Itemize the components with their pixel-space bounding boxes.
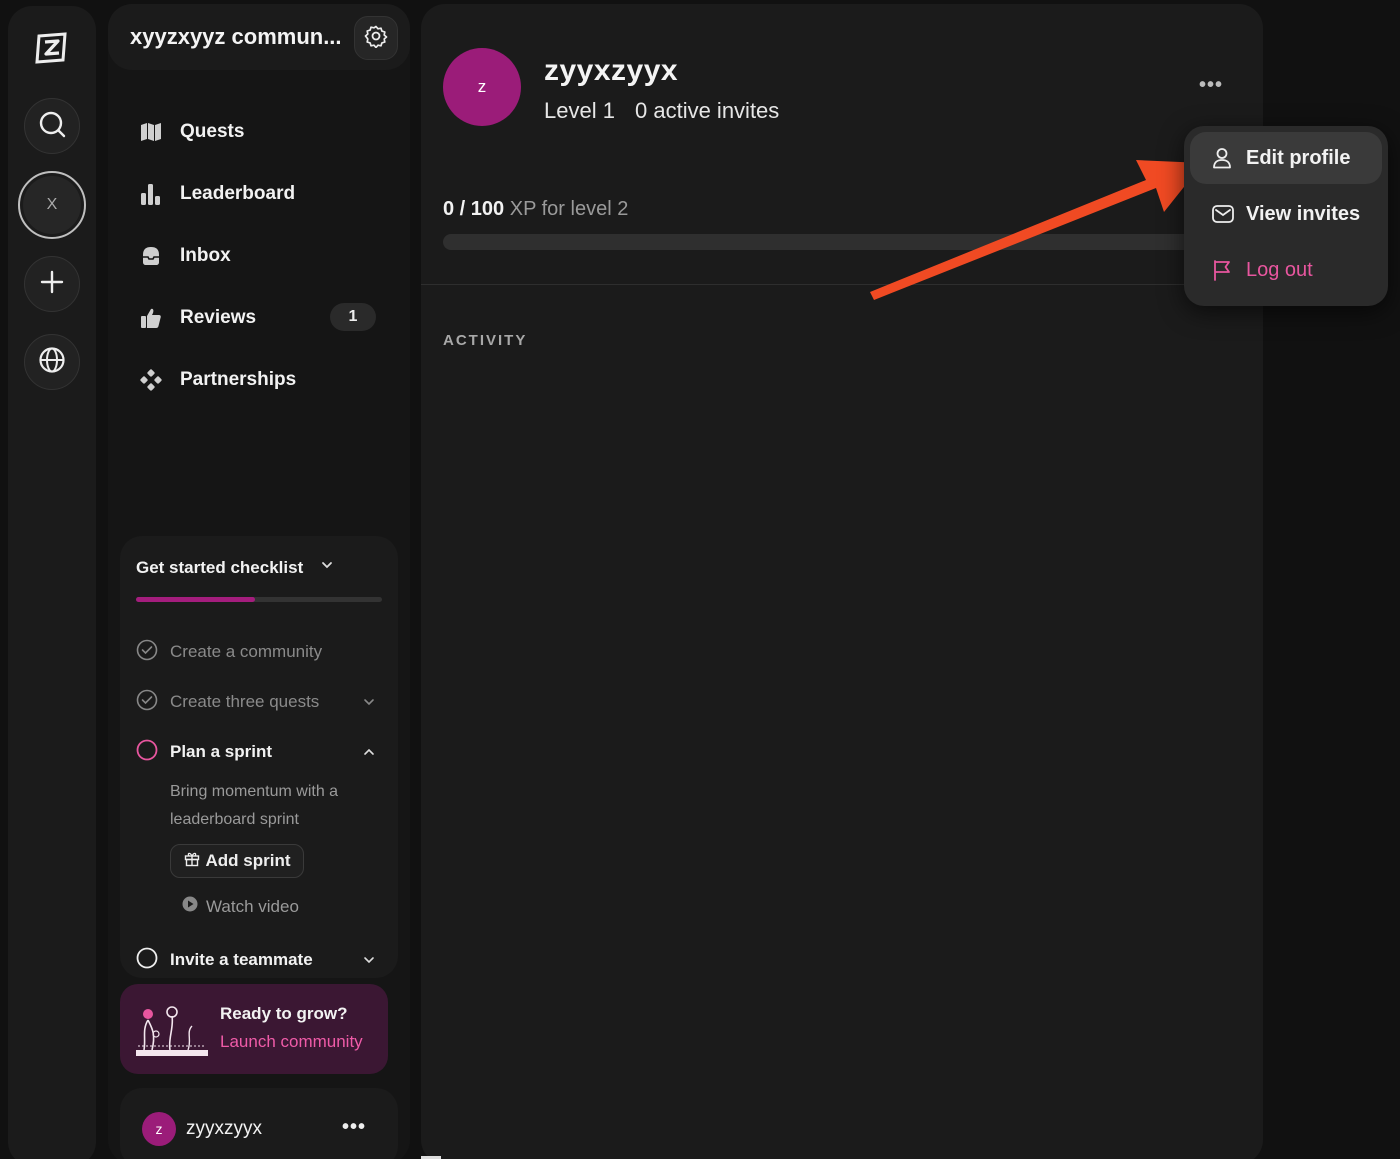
checklist-item-label: Invite a teammate: [170, 950, 313, 969]
inbox-icon: [140, 244, 170, 268]
nav-item-partnerships[interactable]: Partnerships: [130, 358, 390, 402]
settings-button[interactable]: [354, 16, 398, 60]
nav-label: Inbox: [180, 245, 231, 266]
checklist-item-invite-teammate[interactable]: Invite a teammate: [136, 946, 382, 974]
watch-video-label: Watch video: [206, 896, 299, 916]
community-switcher-active[interactable]: X: [18, 171, 86, 239]
map-icon: [140, 120, 170, 144]
user-name: zyyxzyyx: [186, 1118, 262, 1139]
nav-label: Reviews: [180, 307, 257, 328]
pending-circle-icon: [136, 947, 158, 974]
sprint-description: Bring momentum with a leaderboard sprint: [170, 783, 339, 828]
gear-icon: [364, 24, 388, 53]
reviews-count-badge: 1: [330, 303, 376, 331]
nav-label: Leaderboard: [180, 183, 296, 204]
check-circle-icon: [136, 639, 158, 666]
grow-title: Ready to grow?: [220, 1004, 348, 1023]
menu-item-label: Edit profile: [1246, 146, 1351, 169]
thumbs-up-icon: [140, 306, 170, 330]
menu-item-label: View invites: [1246, 202, 1361, 225]
chevron-up-icon: [362, 745, 376, 764]
checklist-item-create-community[interactable]: Create a community: [136, 638, 382, 666]
add-sprint-label: Add sprint: [205, 851, 291, 870]
menu-item-log-out[interactable]: Log out: [1190, 244, 1382, 296]
community-sidebar: xyyzxyyz commun... Quests Leaderboard In…: [108, 4, 410, 1159]
user-more-button[interactable]: •••: [342, 1116, 366, 1139]
activity-heading: ACTIVITY: [443, 332, 528, 349]
menu-item-label: Log out: [1246, 258, 1313, 281]
ready-to-grow-card[interactable]: Ready to grow? Launch community: [120, 984, 388, 1074]
get-started-checklist: Get started checklist Create a community…: [120, 536, 398, 978]
current-user[interactable]: z zyyxzyyx •••: [120, 1088, 398, 1159]
globe-icon: [38, 346, 66, 379]
user-icon: [1212, 147, 1234, 169]
add-community-button[interactable]: [24, 256, 80, 312]
avatar: z: [142, 1112, 176, 1146]
nav-item-inbox[interactable]: Inbox: [130, 234, 390, 278]
plus-icon: [40, 270, 64, 299]
nav-item-quests[interactable]: Quests: [130, 110, 390, 154]
menu-item-edit-profile[interactable]: Edit profile: [1190, 132, 1382, 184]
checklist-item-label: Create a community: [170, 642, 323, 661]
annotation-arrow: [870, 160, 1203, 300]
check-circle-icon: [136, 689, 158, 716]
checklist-title[interactable]: Get started checklist: [136, 558, 303, 578]
explore-button[interactable]: [24, 334, 80, 390]
pending-circle-icon: [136, 739, 158, 766]
checklist-progress-fill: [136, 597, 255, 602]
xp-progress-text: 0 / 100 XP for level 2: [443, 198, 628, 221]
profile-dropdown-menu: Edit profile View invites Log out: [1184, 126, 1388, 306]
xp-suffix: XP for level 2: [509, 198, 629, 220]
profile-invites: 0 active invites: [635, 98, 780, 123]
nav-label: Quests: [180, 121, 245, 142]
community-title[interactable]: xyyzxyyz commun...: [130, 24, 342, 50]
play-icon: [182, 896, 198, 917]
profile-name: zyyxzyyx: [544, 54, 679, 87]
app-rail: X: [8, 6, 96, 1159]
chevron-down-icon: [362, 695, 376, 714]
mail-icon: [1212, 205, 1234, 223]
chevron-down-icon: [362, 953, 376, 972]
launch-community-link[interactable]: Launch community: [220, 1032, 363, 1052]
search-button[interactable]: [24, 98, 80, 154]
menu-item-view-invites[interactable]: View invites: [1190, 188, 1382, 240]
checklist-item-label: Create three quests: [170, 692, 320, 711]
partnership-icon: [140, 368, 170, 392]
profile-level: Level 1: [544, 98, 615, 123]
search-icon: [38, 110, 66, 143]
bar-chart-icon: [140, 182, 170, 206]
watch-video-link[interactable]: Watch video: [182, 896, 299, 917]
checklist-item-create-quests[interactable]: Create three quests: [136, 688, 382, 716]
sidebar-header: xyyzxyyz commun...: [108, 4, 410, 70]
checklist-item-label: Plan a sprint: [170, 742, 273, 761]
flag-icon: [1212, 259, 1234, 281]
community-initial: X: [23, 176, 81, 234]
z-logo-icon[interactable]: [32, 28, 72, 68]
growth-illustration: [134, 998, 210, 1063]
profile-more-button[interactable]: •••: [1199, 74, 1223, 97]
add-sprint-button[interactable]: Add sprint: [170, 844, 304, 878]
gift-icon: [184, 851, 200, 872]
chevron-down-icon[interactable]: [320, 558, 334, 577]
xp-current: 0 / 100: [443, 198, 505, 220]
profile-avatar: z: [443, 48, 521, 126]
checklist-item-plan-sprint[interactable]: Plan a sprint: [136, 738, 382, 766]
nav-label: Partnerships: [180, 369, 297, 390]
nav-item-leaderboard[interactable]: Leaderboard: [130, 172, 390, 216]
